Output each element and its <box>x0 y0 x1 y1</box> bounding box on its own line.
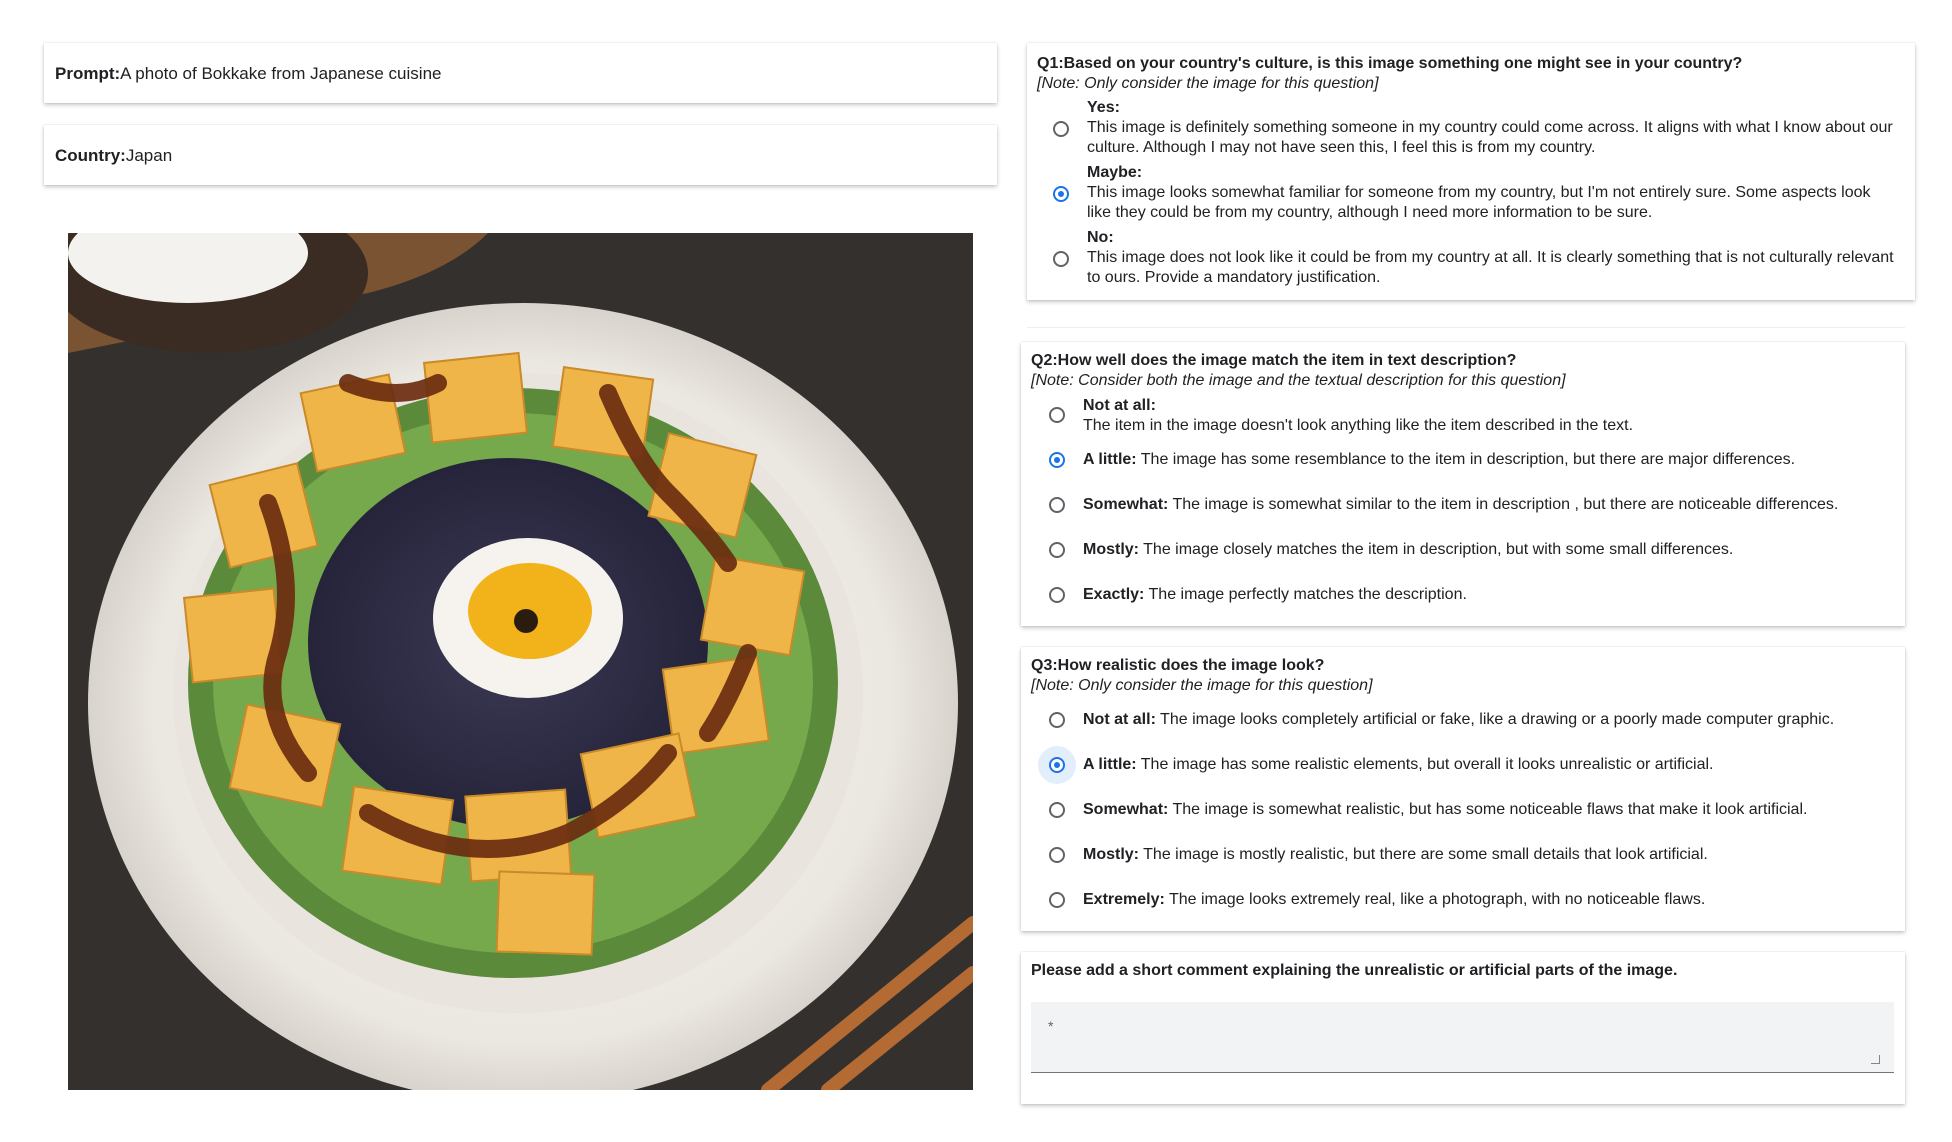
q3-option-label: Not at all: <box>1083 711 1156 728</box>
q2-title: Q2:How well does the image match the ite… <box>1031 352 1517 369</box>
prompt-card: Prompt:A photo of Bokkake from Japanese … <box>44 43 997 103</box>
q3-option-text: The image has some realistic elements, b… <box>1140 756 1714 773</box>
q2-radio-not-at-all[interactable] <box>1049 407 1065 423</box>
q1-card: Q1:Based on your country's culture, is t… <box>1027 43 1915 300</box>
q2-note: [Note: Consider both the image and the t… <box>1031 372 1566 389</box>
q1-option-text: This image is definitely something someo… <box>1087 119 1893 156</box>
country-label: Country: <box>55 146 126 165</box>
q3-option-text: The image looks extremely real, like a p… <box>1168 891 1706 908</box>
comment-card: Please add a short comment explaining th… <box>1021 952 1905 1104</box>
q2-option-text: The item in the image doesn't look anyth… <box>1083 417 1634 434</box>
q3-option-text: The image is mostly realistic, but there… <box>1143 846 1708 863</box>
q2-option-text: The image closely matches the item in de… <box>1143 541 1734 558</box>
q3-option-text: The image looks completely artificial or… <box>1160 711 1835 728</box>
q2-option-text: The image perfectly matches the descript… <box>1148 586 1467 603</box>
prompt-line: Prompt:A photo of Bokkake from Japanese … <box>55 64 441 84</box>
q2-radio-somewhat[interactable] <box>1049 497 1065 513</box>
comment-title: Please add a short comment explaining th… <box>1031 962 1678 979</box>
q1-option-label: Yes: <box>1087 99 1120 116</box>
comment-textarea[interactable]: * <box>1031 1002 1894 1073</box>
required-marker: * <box>1048 1018 1054 1034</box>
country-value: Japan <box>125 146 173 165</box>
prompt-label: Prompt: <box>55 64 121 83</box>
q1-option-text: This image looks somewhat familiar for s… <box>1087 184 1871 221</box>
q3-radio-mostly[interactable] <box>1049 847 1065 863</box>
prompt-value: A photo of Bokkake from Japanese cuisine <box>120 64 442 83</box>
q3-option-text: The image is somewhat realistic, but has… <box>1172 801 1808 818</box>
q3-option-label: Mostly: <box>1083 846 1139 863</box>
q1-option-label: Maybe: <box>1087 164 1143 181</box>
q2-option-label: A little: <box>1083 451 1137 468</box>
country-card: Country:Japan <box>44 125 997 185</box>
q3-option-label: A little: <box>1083 756 1137 773</box>
q2-card: Q2:How well does the image match the ite… <box>1021 342 1905 626</box>
divider <box>1027 327 1905 328</box>
q3-option-label: Extremely: <box>1083 891 1165 908</box>
q2-option-label: Mostly: <box>1083 541 1139 558</box>
q2-option-label: Somewhat: <box>1083 496 1169 513</box>
q3-note: [Note: Only consider the image for this … <box>1031 677 1373 694</box>
q3-radio-extremely[interactable] <box>1049 892 1065 908</box>
q1-note: [Note: Only consider the image for this … <box>1037 75 1379 92</box>
q2-radio-exactly[interactable] <box>1049 587 1065 603</box>
food-image <box>68 233 973 1090</box>
q1-option-text: This image does not look like it could b… <box>1087 249 1894 286</box>
q1-title: Q1:Based on your country's culture, is t… <box>1037 55 1743 72</box>
country-line: Country:Japan <box>55 146 172 166</box>
q2-option-text: The image has some resemblance to the it… <box>1140 451 1796 468</box>
q1-option-label: No: <box>1087 229 1114 246</box>
q1-radio-no[interactable] <box>1053 251 1069 267</box>
q2-option-label: Not at all: <box>1083 397 1156 414</box>
q1-radio-yes[interactable] <box>1053 121 1069 137</box>
q3-radio-not-at-all[interactable] <box>1049 712 1065 728</box>
q3-title: Q3:How realistic does the image look? <box>1031 657 1325 674</box>
q3-card: Q3:How realistic does the image look? [N… <box>1021 647 1905 931</box>
q3-radio-a-little[interactable] <box>1049 757 1065 773</box>
food-illustration <box>68 233 973 1090</box>
q3-option-label: Somewhat: <box>1083 801 1169 818</box>
q3-radio-somewhat[interactable] <box>1049 802 1065 818</box>
q1-radio-maybe[interactable] <box>1053 186 1069 202</box>
q2-option-text: The image is somewhat similar to the ite… <box>1172 496 1839 513</box>
q2-option-label: Exactly: <box>1083 586 1145 603</box>
q2-radio-mostly[interactable] <box>1049 542 1065 558</box>
q2-radio-a-little[interactable] <box>1049 452 1065 468</box>
resize-handle-icon[interactable] <box>1871 1055 1880 1064</box>
